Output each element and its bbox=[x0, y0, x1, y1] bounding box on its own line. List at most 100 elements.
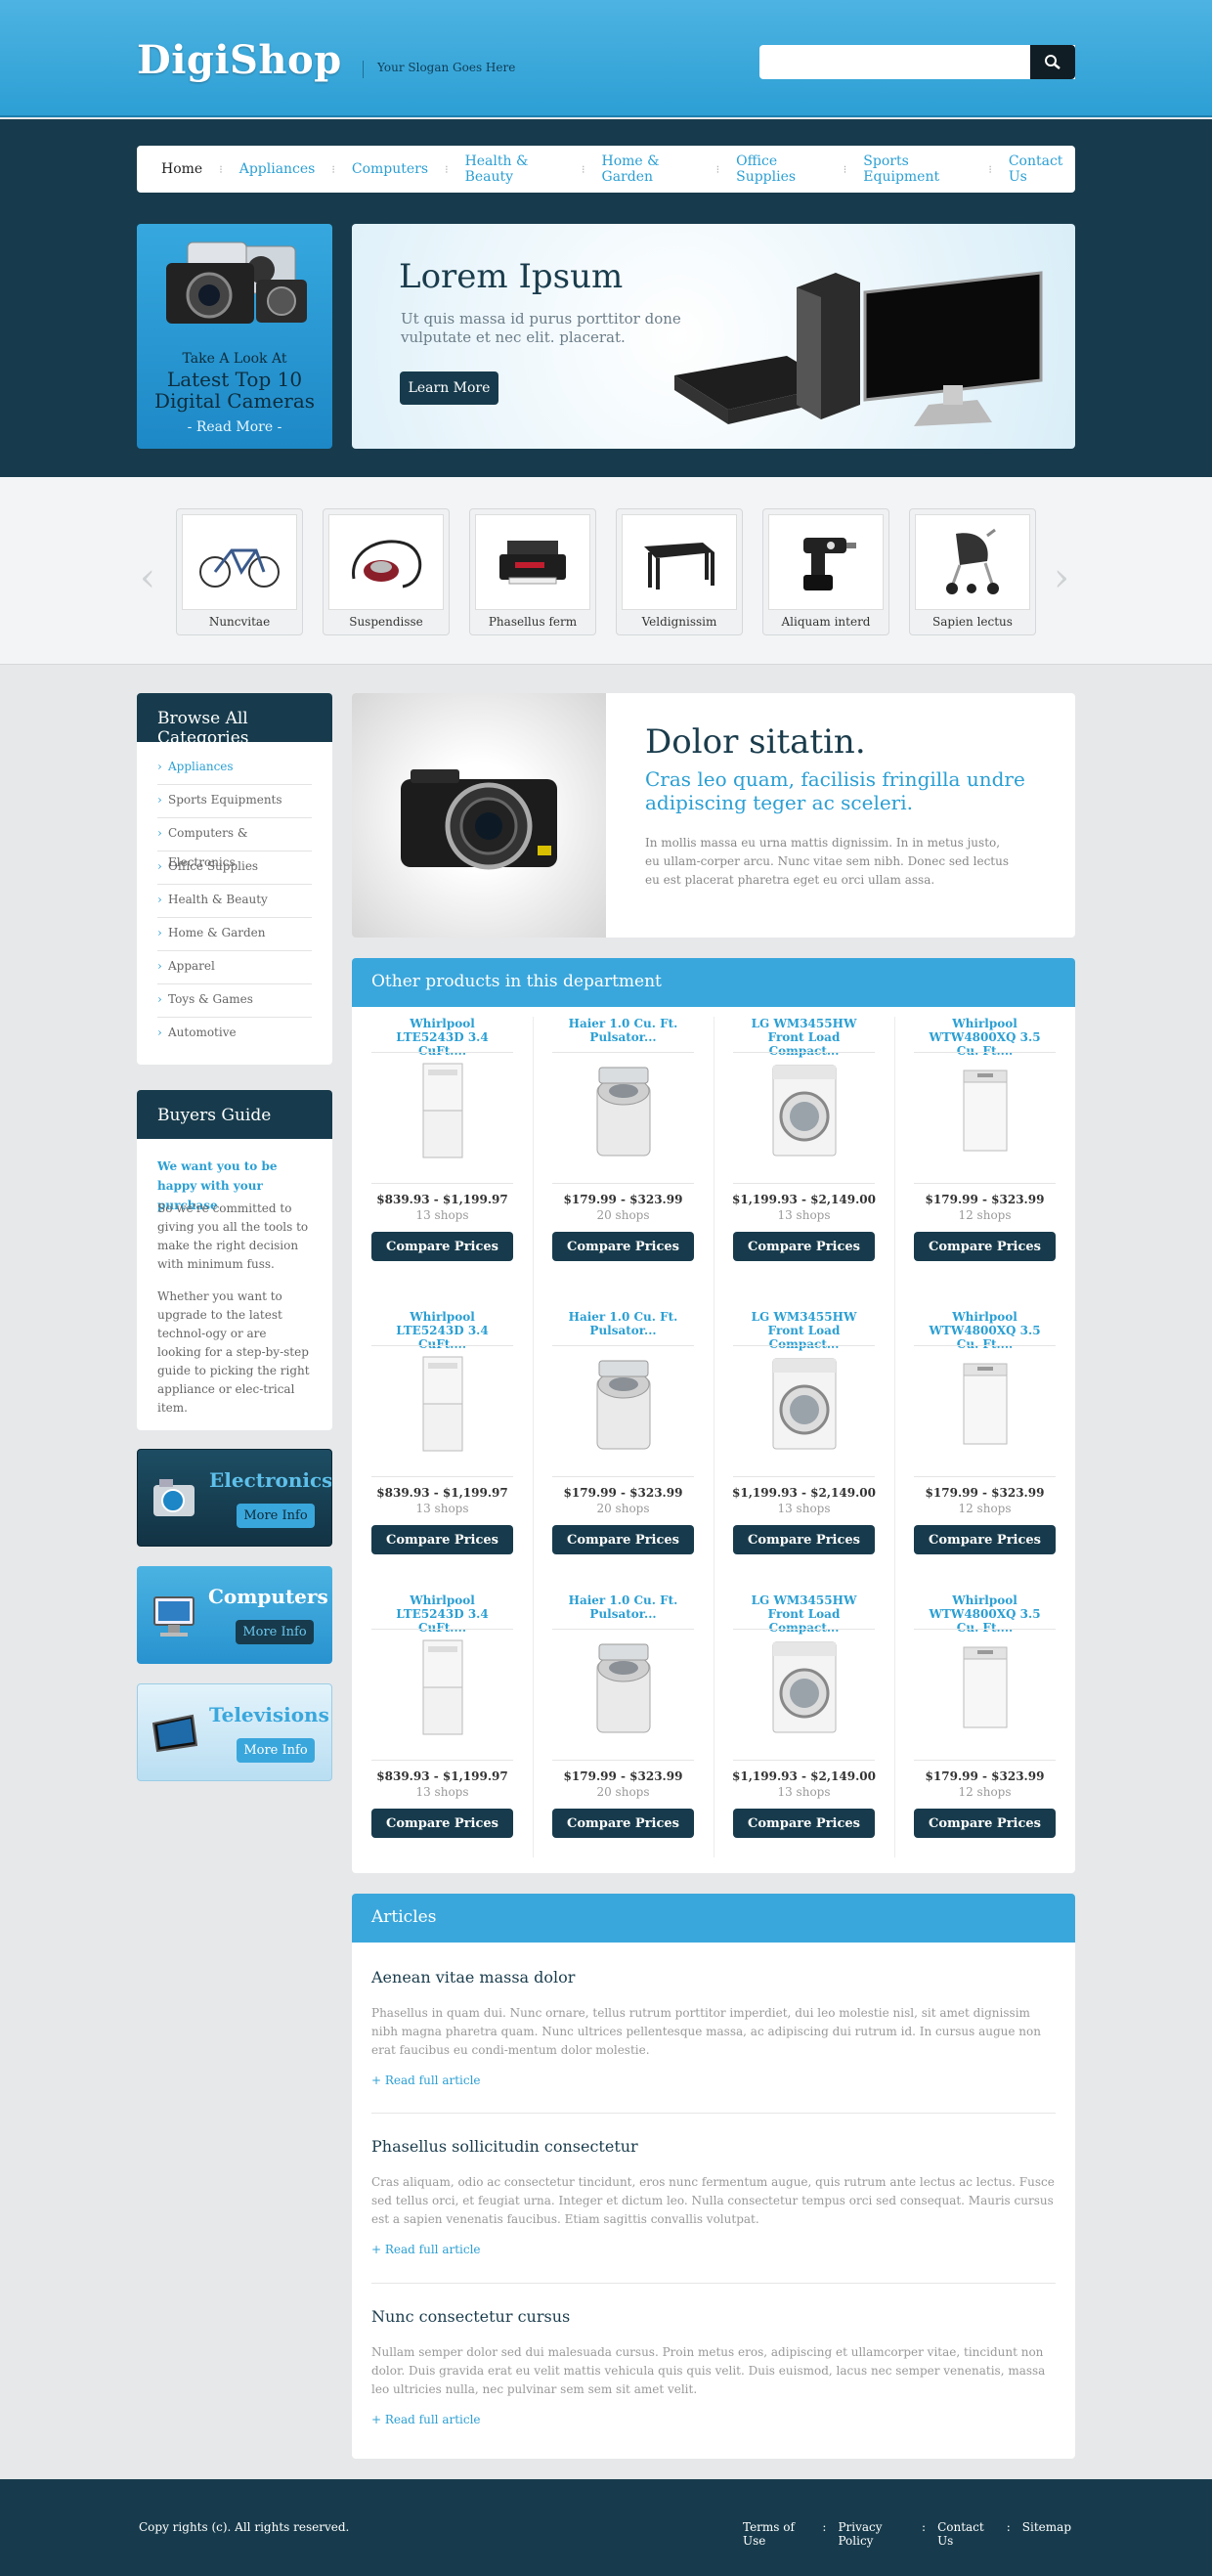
compare-prices-button[interactable]: Compare Prices bbox=[914, 1232, 1056, 1261]
carousel-item[interactable]: Aliquam interd bbox=[762, 508, 889, 635]
article-title[interactable]: Nunc consectetur cursus bbox=[371, 2307, 1056, 2326]
computers-ad[interactable]: Computers More Info bbox=[137, 1566, 332, 1664]
product-name-link[interactable]: Haier 1.0 Cu. Ft. Pulsator... bbox=[562, 1310, 684, 1337]
product-divider bbox=[552, 1476, 694, 1477]
washer-icon[interactable] bbox=[933, 1351, 1036, 1457]
top-load-washer-icon[interactable] bbox=[572, 1351, 674, 1457]
product-divider bbox=[914, 1476, 1056, 1477]
product-name-link[interactable]: Haier 1.0 Cu. Ft. Pulsator... bbox=[562, 1594, 684, 1621]
featured-subtitle: Cras leo quam, facilisis fringilla undre… bbox=[645, 767, 1025, 814]
product-name-link[interactable]: Haier 1.0 Cu. Ft. Pulsator... bbox=[562, 1017, 684, 1044]
read-full-article-link[interactable]: + Read full article bbox=[371, 2243, 1056, 2256]
product-shops-count: 20 shops bbox=[596, 1785, 650, 1799]
carousel-item[interactable]: Veldignissim bbox=[616, 508, 743, 635]
category-appliances[interactable]: Appliances bbox=[157, 752, 312, 785]
compare-prices-button[interactable]: Compare Prices bbox=[733, 1232, 875, 1261]
product-card: LG WM3455HW Front Load Compact... $1,199.… bbox=[714, 1007, 894, 1290]
product-shops-count: 13 shops bbox=[777, 1502, 831, 1515]
footer-link-privacy[interactable]: Privacy Policy bbox=[838, 2520, 910, 2548]
carousel-next-arrow[interactable]: › bbox=[1054, 555, 1069, 600]
articles-panel-title: Articles bbox=[352, 1894, 1075, 1943]
front-load-washer-icon[interactable] bbox=[753, 1058, 855, 1163]
read-full-article-link[interactable]: + Read full article bbox=[371, 2413, 1056, 2426]
category-office-supplies[interactable]: Office Supplies bbox=[157, 851, 312, 885]
nav-item-home-garden[interactable]: Home & Garden bbox=[602, 153, 700, 185]
product-divider bbox=[371, 1183, 513, 1184]
compare-prices-button[interactable]: Compare Prices bbox=[914, 1809, 1056, 1838]
category-toys-games[interactable]: Toys & Games bbox=[157, 984, 312, 1018]
compare-prices-button[interactable]: Compare Prices bbox=[552, 1232, 694, 1261]
category-home-garden[interactable]: Home & Garden bbox=[157, 918, 312, 951]
category-health-beauty[interactable]: Health & Beauty bbox=[157, 885, 312, 918]
compare-prices-button[interactable]: Compare Prices bbox=[371, 1809, 513, 1838]
search-button[interactable] bbox=[1030, 45, 1075, 79]
electronics-more-info-button[interactable]: More Info bbox=[237, 1504, 315, 1528]
compare-prices-button[interactable]: Compare Prices bbox=[552, 1809, 694, 1838]
product-card: Whirlpool LTE5243D 3.4 CuFt.... $839.93 -… bbox=[352, 1584, 533, 1867]
compare-prices-button[interactable]: Compare Prices bbox=[733, 1525, 875, 1554]
carousel-item[interactable]: Sapien lectus bbox=[909, 508, 1036, 635]
front-load-washer-icon[interactable] bbox=[753, 1635, 855, 1740]
category-apparel[interactable]: Apparel bbox=[157, 951, 312, 984]
categories-title: Browse All Categories bbox=[137, 693, 332, 748]
computers-more-info-button[interactable]: More Info bbox=[236, 1620, 314, 1644]
electronics-ad[interactable]: Electronics More Info bbox=[137, 1449, 332, 1547]
product-shops-count: 20 shops bbox=[596, 1502, 650, 1515]
top-load-washer-icon[interactable] bbox=[572, 1635, 674, 1740]
nav-item-appliances[interactable]: Appliances bbox=[239, 161, 316, 177]
read-full-article-link[interactable]: + Read full article bbox=[371, 2074, 1056, 2087]
category-computers-electronics[interactable]: Computers & Electronics bbox=[157, 818, 312, 869]
main-nav: Home ⁝ Appliances ⁝ Computers ⁝ Health & Be… bbox=[137, 146, 1075, 193]
table-icon bbox=[622, 514, 737, 610]
carousel-item[interactable]: Suspendisse bbox=[323, 508, 450, 635]
compare-prices-button[interactable]: Compare Prices bbox=[552, 1525, 694, 1554]
washer-icon[interactable] bbox=[933, 1058, 1036, 1163]
compare-prices-button[interactable]: Compare Prices bbox=[733, 1809, 875, 1838]
product-card: Whirlpool LTE5243D 3.4 CuFt.... $839.93 -… bbox=[352, 1300, 533, 1584]
promo-read-more-link[interactable]: - Read More - bbox=[137, 419, 332, 435]
article: Nunc consectetur cursus Nullam semper do… bbox=[371, 2307, 1056, 2426]
carousel-item[interactable]: Nuncvitae bbox=[176, 508, 303, 635]
bicycle-icon bbox=[182, 514, 297, 610]
site-logo[interactable]: DigiShop bbox=[137, 37, 342, 83]
nav-item-health-beauty[interactable]: Health & Beauty bbox=[465, 153, 565, 185]
compare-prices-button[interactable]: Compare Prices bbox=[371, 1232, 513, 1261]
article-title[interactable]: Phasellus sollicitudin consectetur bbox=[371, 2137, 1056, 2156]
stacked-washer-icon[interactable] bbox=[391, 1058, 494, 1163]
nav-item-computers[interactable]: Computers bbox=[352, 161, 428, 177]
washer-icon[interactable] bbox=[933, 1635, 1036, 1740]
top-load-washer-icon[interactable] bbox=[572, 1058, 674, 1163]
carousel-item[interactable]: Phasellus ferm bbox=[469, 508, 596, 635]
footer-link-sitemap[interactable]: Sitemap bbox=[1022, 2520, 1071, 2548]
compare-prices-button[interactable]: Compare Prices bbox=[371, 1525, 513, 1554]
stacked-washer-icon[interactable] bbox=[391, 1635, 494, 1740]
compare-prices-button[interactable]: Compare Prices bbox=[914, 1525, 1056, 1554]
front-load-washer-icon[interactable] bbox=[753, 1351, 855, 1457]
promo-box-cameras[interactable]: Take A Look At Latest Top 10 Digital Came… bbox=[137, 224, 332, 449]
nav-item-office-supplies[interactable]: Office Supplies bbox=[736, 153, 827, 185]
learn-more-button[interactable]: Learn More bbox=[400, 371, 498, 405]
article-divider bbox=[371, 2113, 1056, 2114]
category-sports-equipments[interactable]: Sports Equipments bbox=[157, 785, 312, 818]
product-price: $1,199.93 - $2,149.00 bbox=[732, 1769, 876, 1783]
nav-item-sports-equipment[interactable]: Sports Equipment bbox=[863, 153, 972, 185]
stacked-washer-icon[interactable] bbox=[391, 1351, 494, 1457]
article-title[interactable]: Aenean vitae massa dolor bbox=[371, 1968, 1056, 1987]
product-price: $179.99 - $323.99 bbox=[563, 1486, 683, 1500]
nav-item-home[interactable]: Home bbox=[161, 161, 202, 177]
hero-banner: Lorem Ipsum Ut quis massa id purus portt… bbox=[352, 224, 1075, 449]
product-price: $839.93 - $1,199.97 bbox=[376, 1769, 508, 1783]
nav-item-contact-us[interactable]: Contact Us bbox=[1009, 153, 1075, 185]
televisions-more-info-button[interactable]: More Info bbox=[237, 1738, 315, 1763]
product-card: Haier 1.0 Cu. Ft. Pulsator... $179.99 - $… bbox=[533, 1300, 714, 1584]
carousel-prev-arrow[interactable]: ‹ bbox=[140, 555, 155, 600]
department-products: Other products in this department Whirlp… bbox=[352, 958, 1075, 1873]
footer-link-contact[interactable]: Contact Us bbox=[937, 2520, 995, 2548]
carousel-item-label: Nuncvitae bbox=[208, 615, 271, 629]
search-input[interactable] bbox=[759, 45, 1075, 79]
article-divider bbox=[371, 2283, 1056, 2284]
category-automotive[interactable]: Automotive bbox=[157, 1018, 312, 1051]
footer-link-terms[interactable]: Terms of Use bbox=[743, 2520, 810, 2548]
product-shops-count: 13 shops bbox=[415, 1502, 469, 1515]
televisions-ad[interactable]: Televisions More Info bbox=[137, 1683, 332, 1781]
